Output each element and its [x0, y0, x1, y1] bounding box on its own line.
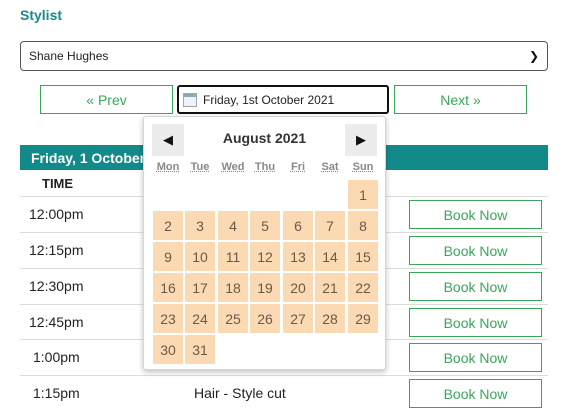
datepicker-title: August 2021: [222, 130, 307, 146]
calendar-day[interactable]: 20: [283, 273, 313, 302]
calendar-day[interactable]: 21: [315, 273, 345, 302]
calendar-day[interactable]: 6: [283, 211, 313, 240]
calendar-day[interactable]: 3: [185, 211, 215, 240]
calendar-day[interactable]: 11: [218, 242, 248, 271]
next-month-button[interactable]: ▶: [345, 124, 377, 156]
slot-time: 12:15pm: [29, 242, 84, 258]
calendar-day[interactable]: 10: [185, 242, 215, 271]
calendar-day[interactable]: 7: [315, 211, 345, 240]
weekday-header: Fri: [290, 161, 306, 173]
weekday-header: Sun: [352, 161, 374, 173]
calendar-day[interactable]: 13: [283, 242, 313, 271]
book-now-button[interactable]: Book Now: [409, 236, 542, 265]
calendar-day[interactable]: 12: [250, 242, 280, 271]
calendar-day[interactable]: 18: [218, 273, 248, 302]
book-now-button[interactable]: Book Now: [409, 308, 542, 337]
calendar-day[interactable]: 15: [348, 242, 378, 271]
weekday-header: Thu: [254, 161, 276, 173]
prev-month-button[interactable]: ◀: [152, 124, 184, 156]
calendar-day[interactable]: 28: [315, 304, 345, 333]
slot-time: 12:00pm: [29, 206, 84, 222]
book-now-button[interactable]: Book Now: [409, 200, 542, 229]
slot-time: 1:00pm: [33, 349, 80, 365]
next-day-button[interactable]: Next »: [394, 85, 527, 114]
table-row: 1:15pm Hair - Style cut Book Now: [20, 375, 548, 410]
prev-day-button[interactable]: « Prev: [40, 85, 173, 114]
calendar-day[interactable]: 14: [315, 242, 345, 271]
weekday-header: Sat: [321, 161, 339, 173]
slot-time: 12:45pm: [29, 314, 84, 330]
calendar-day[interactable]: 19: [250, 273, 280, 302]
calendar-day[interactable]: 30: [153, 335, 183, 364]
calendar-day[interactable]: 31: [185, 335, 215, 364]
calendar-day[interactable]: 29: [348, 304, 378, 333]
calendar-day[interactable]: 25: [218, 304, 248, 333]
calendar-day[interactable]: 8: [348, 211, 378, 240]
weekday-header: Tue: [190, 161, 210, 173]
date-value: Friday, 1st October 2021: [203, 92, 335, 107]
calendar-day[interactable]: 9: [153, 242, 183, 271]
stylist-select[interactable]: Shane Hughes ❯: [20, 41, 548, 71]
weekday-header: Wed: [221, 161, 245, 173]
calendar-day[interactable]: 2: [153, 211, 183, 240]
calendar-day[interactable]: 1: [348, 180, 378, 209]
time-column-header: TIME: [42, 176, 74, 191]
calendar-day[interactable]: 27: [283, 304, 313, 333]
chevron-down-icon: ❯: [528, 49, 539, 63]
stylist-selected-value: Shane Hughes: [29, 49, 109, 63]
calendar-day[interactable]: 22: [348, 273, 378, 302]
calendar-day[interactable]: 24: [185, 304, 215, 333]
calendar-icon[interactable]: [183, 92, 197, 107]
slot-time: 1:15pm: [33, 385, 80, 401]
calendar-day[interactable]: 17: [185, 273, 215, 302]
slot-service: Hair - Style cut: [194, 385, 286, 401]
calendar-day[interactable]: 16: [153, 273, 183, 302]
book-now-button[interactable]: Book Now: [409, 272, 542, 301]
calendar-day[interactable]: 23: [153, 304, 183, 333]
slot-time: 12:30pm: [29, 278, 84, 294]
datepicker-popup: ◀ August 2021 ▶ Mon Tue Wed Thu Fri Sat Sun 1 2 3…: [143, 116, 386, 370]
calendar-day[interactable]: 26: [250, 304, 280, 333]
book-now-button[interactable]: Book Now: [409, 379, 542, 408]
calendar-day[interactable]: 5: [250, 211, 280, 240]
stylist-label: Stylist: [20, 7, 63, 23]
book-now-button[interactable]: Book Now: [409, 343, 542, 372]
weekday-header: Mon: [156, 161, 180, 173]
calendar-day[interactable]: 4: [218, 211, 248, 240]
date-input[interactable]: Friday, 1st October 2021: [177, 85, 389, 114]
